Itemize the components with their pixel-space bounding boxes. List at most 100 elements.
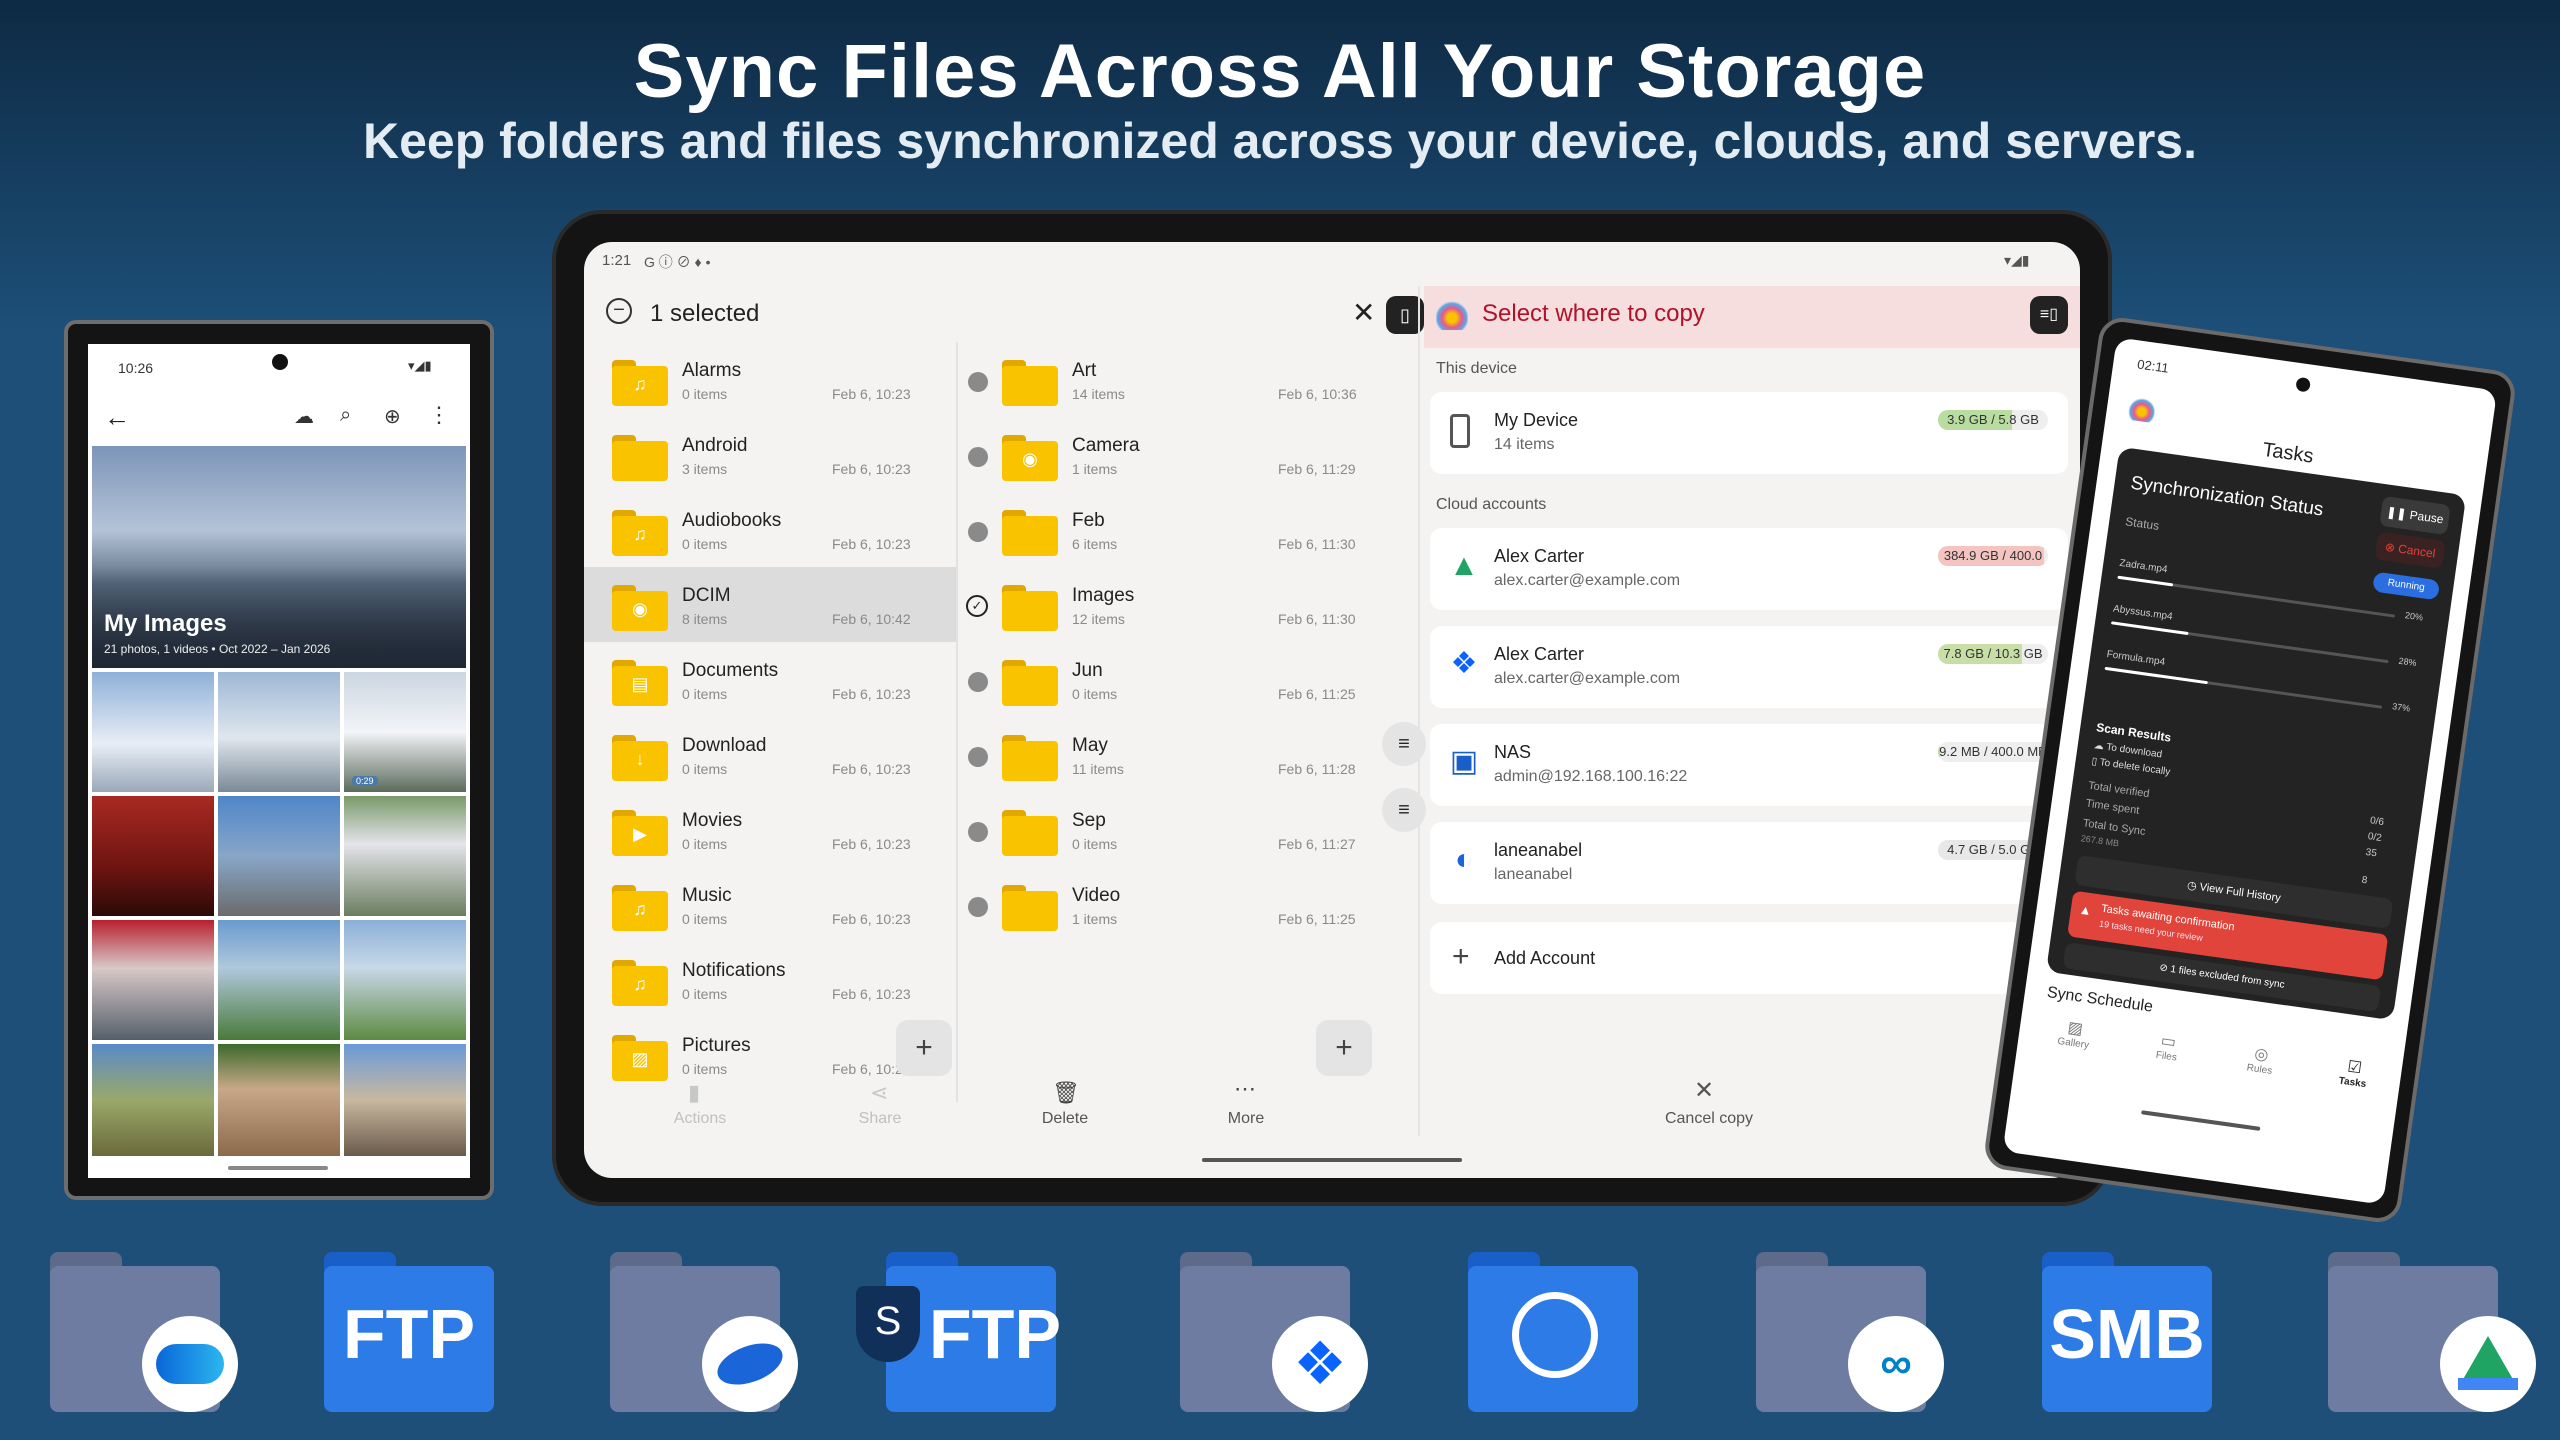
selected-check-icon[interactable]: ✓ — [966, 595, 988, 617]
folder-row[interactable]: May 11 items Feb 6, 11:28 — [958, 717, 1414, 792]
radio-icon[interactable] — [968, 672, 988, 692]
photo-thumb[interactable] — [218, 920, 340, 1040]
folder-icon: ♫ — [612, 885, 668, 931]
folder-icon: ♫ — [612, 510, 668, 556]
folder-name: Android — [682, 435, 748, 456]
folder-row[interactable]: ♫ Alarms 0 items Feb 6, 10:23 — [584, 342, 956, 417]
folder-count: 11 items — [1072, 761, 1124, 777]
folder-name: Audiobooks — [682, 510, 782, 531]
nav-item-gallery[interactable]: ▨ Gallery — [2034, 1013, 2112, 1082]
nav-item-rules[interactable]: ◎ Rules — [2220, 1040, 2298, 1109]
dropbox-icon: ❖ — [1450, 647, 1478, 680]
to-delete-value: 0/2 — [2367, 831, 2383, 844]
actions-icon[interactable]: ▮ — [688, 1080, 700, 1106]
account-card[interactable]: ◐ laneanabel laneanabel 4.7 GB / 5.0 GB — [1430, 822, 2068, 904]
folder-icon — [1002, 810, 1058, 856]
photo-thumb[interactable] — [218, 672, 340, 792]
cancel-copy-icon[interactable]: ✕ — [1694, 1076, 1714, 1105]
radio-icon[interactable] — [968, 897, 988, 917]
folder-date: Feb 6, 11:25 — [1278, 686, 1356, 702]
folder-row[interactable]: ◉ DCIM 8 items Feb 6, 10:42 — [584, 567, 956, 642]
delete-label[interactable]: Delete — [1020, 1110, 1110, 1128]
folder-row[interactable]: ✓ Images 12 items Feb 6, 11:30 — [958, 567, 1414, 642]
warning-icon: ▲ — [2077, 901, 2093, 919]
more-label[interactable]: More — [1206, 1110, 1286, 1128]
photo-thumb[interactable] — [92, 920, 214, 1040]
fab-add-1[interactable]: + — [896, 1020, 952, 1076]
my-device-card[interactable]: My Device 14 items 3.9 GB / 5.8 GB — [1430, 392, 2068, 474]
radio-icon[interactable] — [968, 372, 988, 392]
folder-row[interactable]: Art 14 items Feb 6, 10:36 — [958, 342, 1414, 417]
folder-date: Feb 6, 10:23 — [832, 836, 911, 852]
photo-thumb[interactable] — [218, 796, 340, 916]
radio-icon[interactable] — [968, 522, 988, 542]
photo-thumb[interactable] — [92, 672, 214, 792]
account-sub: alex.carter@example.com — [1494, 572, 1681, 589]
radio-icon[interactable] — [968, 822, 988, 842]
radio-icon[interactable] — [968, 447, 988, 467]
photo-thumb[interactable] — [92, 796, 214, 916]
photo-thumb[interactable] — [344, 1044, 466, 1156]
add-account-card[interactable]: + Add Account — [1430, 922, 2068, 994]
folder-glyph-icon: ↓ — [635, 749, 645, 769]
folder-icon: ♫ — [612, 360, 668, 406]
gdrive-icon: ▲ — [1449, 549, 1479, 582]
nav-item-files[interactable]: ▭ Files — [2127, 1027, 2205, 1096]
photo-thumb[interactable] — [218, 1044, 340, 1156]
storage-bar: 384.9 GB / 400.0 GB — [1938, 546, 2048, 566]
to-download-text: To download — [2105, 741, 2163, 761]
folder-row[interactable]: Android 3 items Feb 6, 10:23 — [584, 417, 956, 492]
share-icon[interactable]: ⋖ — [870, 1080, 888, 1106]
folder-date: Feb 6, 10:23 — [832, 986, 911, 1002]
folder-row[interactable]: Feb 6 items Feb 6, 11:30 — [958, 492, 1414, 567]
folder-count: 0 items — [682, 386, 728, 402]
account-card[interactable]: ▣ NAS admin@192.168.100.16:22 9.2 MB / 400.… — [1430, 724, 2068, 806]
folder-row[interactable]: ◉ Camera 1 items Feb 6, 11:29 — [958, 417, 1414, 492]
share-label[interactable]: Share — [840, 1110, 920, 1128]
folder-icon: ◉ — [612, 585, 668, 631]
folder-row[interactable]: Sep 0 items Feb 6, 11:27 — [958, 792, 1414, 867]
dropbox-badge: ❖ — [1272, 1316, 1368, 1412]
photo-thumb[interactable] — [344, 920, 466, 1040]
cancel-button[interactable]: ⊗ Cancel — [2374, 531, 2446, 569]
photo-thumb[interactable] — [92, 1044, 214, 1156]
photo-thumb[interactable] — [344, 796, 466, 916]
folder-row[interactable]: ♫ Music 0 items Feb 6, 10:23 — [584, 867, 956, 942]
photo-thumb[interactable]: 0:29 — [344, 672, 466, 792]
more-icon[interactable]: ⋯ — [1234, 1076, 1256, 1102]
camera-dot — [272, 354, 288, 370]
folder-row[interactable]: ▤ Documents 0 items Feb 6, 10:23 — [584, 642, 956, 717]
cancel-copy-label[interactable]: Cancel copy — [1644, 1110, 1774, 1128]
folder-date: Feb 6, 11:29 — [1278, 461, 1356, 477]
deselect-icon[interactable]: − — [606, 298, 632, 324]
folder-row[interactable]: ▶ Movies 0 items Feb 6, 10:23 — [584, 792, 956, 867]
panel-layout-icon[interactable]: ≡▯ — [2030, 296, 2068, 334]
folder-row[interactable]: ♫ Audiobooks 0 items Feb 6, 10:23 — [584, 492, 956, 567]
more-vert-icon[interactable]: ⋮ — [428, 402, 450, 428]
back-arrow-icon[interactable]: ← — [104, 402, 130, 433]
nav-item-tasks[interactable]: ☑ Tasks — [2313, 1053, 2391, 1122]
folder-count: 0 items — [682, 911, 728, 927]
account-name: laneanabel — [1494, 840, 1583, 860]
left-phone-screen: 10:26 ▾◢▮ ← ☁ ⌕ ⊕ ⋮ My Images 21 photos,… — [88, 344, 470, 1178]
folder-name: Camera — [1072, 435, 1140, 456]
fab-add-2[interactable]: + — [1316, 1020, 1372, 1076]
cancel-label: Cancel — [2397, 541, 2437, 561]
folder-row[interactable]: ↓ Download 0 items Feb 6, 10:23 — [584, 717, 956, 792]
actions-label[interactable]: Actions — [660, 1110, 740, 1128]
close-selection-icon[interactable]: ✕ — [1352, 296, 1375, 329]
account-sub: alex.carter@example.com — [1494, 670, 1681, 687]
folder-row[interactable]: Video 1 items Feb 6, 11:25 — [958, 867, 1414, 942]
pause-button[interactable]: ❚❚ Pause — [2379, 495, 2451, 536]
account-card[interactable]: ▲ Alex Carter alex.carter@example.com 384.9… — [1430, 528, 2068, 610]
delete-icon[interactable]: 🗑 — [1052, 1080, 1080, 1106]
camera-dot — [2295, 376, 2312, 393]
folder-row[interactable]: ♫ Notifications 0 items Feb 6, 10:23 — [584, 942, 956, 1017]
account-card[interactable]: ❖ Alex Carter alex.carter@example.com 7.8 G… — [1430, 626, 2068, 708]
folder-row[interactable]: Jun 0 items Feb 6, 11:25 — [958, 642, 1414, 717]
radio-icon[interactable] — [968, 747, 988, 767]
file-percent: 20% — [2404, 610, 2424, 623]
cloud-off-icon[interactable]: ☁ — [294, 404, 314, 429]
search-icon[interactable]: ⌕ — [340, 404, 351, 427]
zoom-icon[interactable]: ⊕ — [384, 404, 401, 429]
